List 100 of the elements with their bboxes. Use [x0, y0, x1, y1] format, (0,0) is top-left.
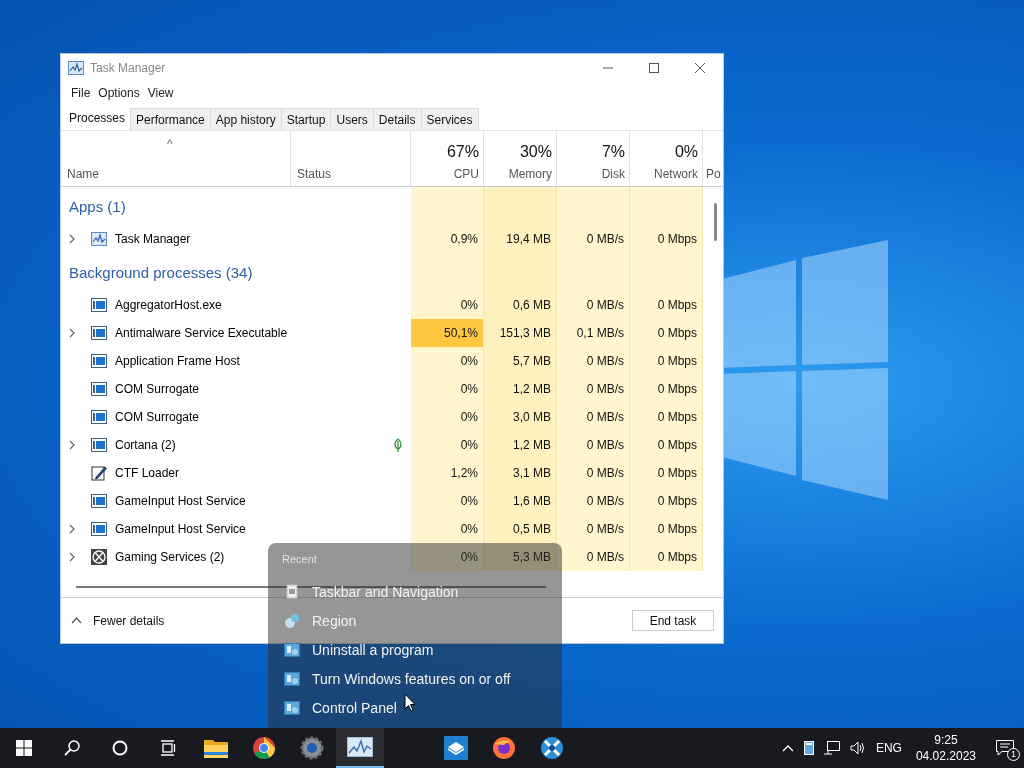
- app-window-icon: [91, 410, 107, 424]
- window-title: Task Manager: [90, 61, 166, 75]
- table-cell: 0 MB/s: [557, 431, 630, 459]
- app-window-icon: [91, 438, 107, 452]
- chevron-icon[interactable]: [69, 440, 75, 450]
- table-cell: 3,1 MB: [484, 459, 557, 487]
- process-name: COM Surrogate: [115, 382, 200, 396]
- column-label: Status: [297, 167, 332, 181]
- network-icon[interactable]: [823, 741, 840, 755]
- column-header[interactable]: 67% CPU: [411, 131, 484, 186]
- column-label: Po: [706, 167, 721, 181]
- notification-count-badge: 1: [1007, 748, 1020, 761]
- table-cell: 1,6 MB: [484, 487, 557, 515]
- tab[interactable]: Startup: [280, 108, 332, 130]
- jump-list-item[interactable]: Turn Windows features on or off: [282, 664, 511, 693]
- table-cell: 3,0 MB: [484, 403, 557, 431]
- tab[interactable]: Users: [330, 108, 374, 130]
- fox-browser-icon: [492, 736, 516, 760]
- clock[interactable]: 9:25 04.02.2023: [915, 732, 976, 764]
- column-label: Network: [654, 167, 698, 181]
- process-name: AggregatorHost.exe: [115, 298, 222, 312]
- table-cell: 0%: [411, 347, 484, 375]
- process-name: GameInput Host Service: [115, 522, 246, 536]
- scrollbar-thumb[interactable]: [714, 203, 717, 241]
- app-window-icon: [91, 354, 107, 368]
- language-indicator[interactable]: ENG: [875, 741, 902, 755]
- table-cell: 1,2 MB: [484, 375, 557, 403]
- table-cell: 0%: [411, 543, 484, 571]
- chevron-icon[interactable]: [69, 328, 75, 338]
- table-cell: 5,3 MB: [484, 543, 557, 571]
- tab[interactable]: Performance: [130, 108, 211, 130]
- table-cell: 0 MB/s: [557, 543, 630, 571]
- fewer-details-button[interactable]: Fewer details: [71, 613, 165, 628]
- chevron-icon[interactable]: [69, 234, 75, 244]
- horizontal-scrollbar[interactable]: [76, 586, 546, 588]
- column-header[interactable]: 7% Disk: [557, 131, 630, 186]
- table-cell: 0%: [411, 291, 484, 319]
- table-cell: 0 Mbps: [630, 431, 703, 459]
- column-total: 0%: [674, 143, 698, 161]
- table-cell: 0,9%: [411, 225, 484, 253]
- tab[interactable]: Details: [372, 108, 422, 130]
- circle-icon: [112, 740, 128, 756]
- browser-icon: [252, 736, 276, 760]
- column-total: 30%: [519, 143, 552, 161]
- table-cell: 0 MB/s: [557, 515, 630, 543]
- jump-list-item[interactable]: Control Panel: [282, 693, 397, 722]
- device-icon[interactable]: [803, 741, 814, 755]
- table-cell: 0 Mbps: [630, 487, 703, 515]
- table-cell: 0 MB/s: [557, 225, 630, 253]
- xbox-icon: [91, 549, 107, 565]
- app-window-icon: [91, 298, 107, 312]
- pen-icon: [91, 465, 107, 481]
- process-name: Cortana (2): [115, 438, 176, 452]
- process-name: Task Manager: [115, 232, 191, 246]
- chevron-icon[interactable]: [69, 552, 75, 562]
- control-panel-icon: [284, 671, 300, 686]
- group-title: Apps (1): [69, 197, 126, 215]
- windows-logo-icon: [16, 740, 32, 756]
- taskbar-app[interactable]: [336, 728, 384, 768]
- gear-icon: [300, 736, 324, 760]
- column-header[interactable]: ^ Name: [61, 131, 291, 186]
- app-window-icon: [91, 382, 107, 396]
- volume-icon[interactable]: [849, 741, 866, 755]
- table-cell: 0 Mbps: [630, 459, 703, 487]
- app-window-icon: [91, 326, 107, 340]
- sort-caret-icon: ^: [167, 137, 173, 151]
- menu-item[interactable]: View: [143, 86, 178, 100]
- table-cell: 0 MB/s: [557, 375, 630, 403]
- menu-item[interactable]: Options: [94, 86, 144, 100]
- tab[interactable]: Services: [420, 108, 479, 130]
- table-cell: 0%: [411, 487, 484, 515]
- column-label: Memory: [508, 167, 552, 181]
- process-name: Application Frame Host: [115, 354, 240, 368]
- document-icon: [284, 584, 300, 599]
- column-header[interactable]: Po: [703, 131, 723, 186]
- column-header[interactable]: 0% Network: [630, 131, 703, 186]
- table-cell: 0%: [411, 403, 484, 431]
- process-name: Antimalware Service Executable: [115, 326, 288, 340]
- table-cell: 0 Mbps: [630, 319, 703, 347]
- chevron-icon[interactable]: [69, 524, 75, 534]
- cross-app-icon: [540, 736, 564, 760]
- table-cell: 50,1%: [411, 319, 484, 347]
- tab[interactable]: App history: [209, 108, 282, 130]
- table-cell: 0 Mbps: [630, 347, 703, 375]
- column-header[interactable]: Status: [291, 131, 411, 186]
- menu-item[interactable]: File: [67, 86, 95, 100]
- table-cell: 0,5 MB: [484, 515, 557, 543]
- caret-up-icon[interactable]: [781, 744, 794, 752]
- column-header[interactable]: 30% Memory: [484, 131, 557, 186]
- process-name: GameInput Host Service: [115, 494, 246, 508]
- jump-list-item[interactable]: Uninstall a program: [282, 635, 434, 664]
- table-cell: 151,3 MB: [484, 319, 557, 347]
- table-cell: 0,1 MB/s: [557, 319, 630, 347]
- maximize-icon: [649, 63, 659, 73]
- task-view-icon: [160, 740, 176, 756]
- table-cell: 0%: [411, 375, 484, 403]
- notification-icon[interactable]: [996, 740, 1014, 756]
- end-task-button[interactable]: End task: [632, 610, 714, 631]
- control-panel-icon: [284, 700, 300, 715]
- table-cell: 0 MB/s: [557, 291, 630, 319]
